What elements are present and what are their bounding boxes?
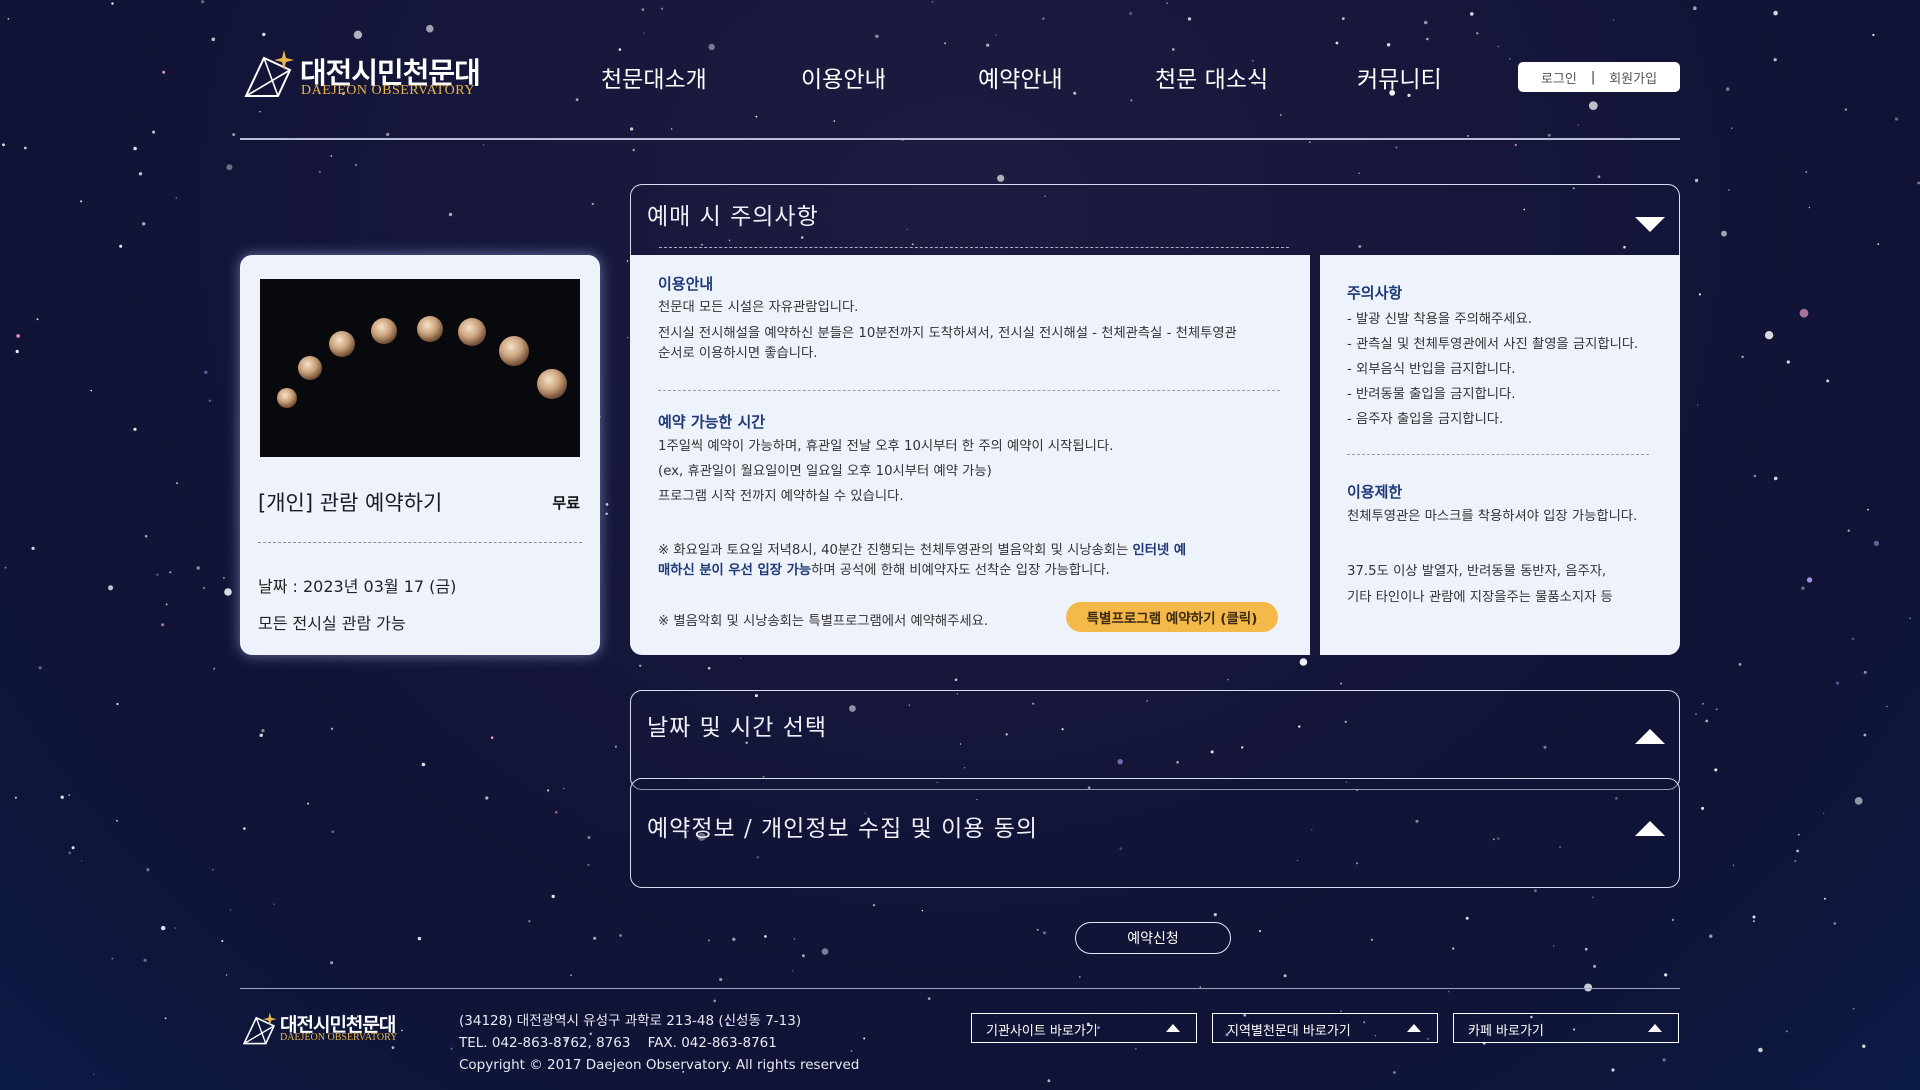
time-line: 1주일씩 예약이 가능하며, 휴관일 전날 오후 10시부터 한 주의 예약이 … xyxy=(658,439,1114,454)
datetime-accordion: 날짜 및 시간 선택 xyxy=(630,690,1680,790)
limit-line: 천체투영관은 마스크를 착용하셔야 입장 가능합니다. xyxy=(1347,509,1638,524)
usage-divider xyxy=(658,390,1280,391)
notice-accordion-title[interactable]: 예매 시 주의사항 xyxy=(647,197,819,231)
nav-item-reservation[interactable]: 예약안내 xyxy=(978,60,1063,94)
logo-star-icon xyxy=(244,50,294,97)
org-sites-select[interactable]: 기관사이트 바로가기 xyxy=(971,1013,1197,1043)
nav-item-about[interactable]: 천문대소개 xyxy=(601,60,707,94)
footer-logo[interactable]: 대전시민천문대 DAEJEON OBSERVATORY xyxy=(240,1010,410,1056)
music-notice-line1: ※ 화요일과 토요일 저녁8시, 40분간 진행되는 천체투영관의 별음악회 및… xyxy=(658,541,1186,561)
limit-line: 기타 타인이나 관람에 지장을주는 물품소지자 등 xyxy=(1347,590,1613,605)
nav-item-news[interactable]: 천문 대소식 xyxy=(1155,60,1268,94)
chevron-up-icon[interactable] xyxy=(1635,729,1665,744)
limit-heading: 이용제한 xyxy=(1347,483,1403,501)
time-heading: 예약 가능한 시간 xyxy=(658,413,766,431)
login-link[interactable]: 로그인 xyxy=(1541,68,1577,87)
time-line: 프로그램 시작 전까지 예약하실 수 있습니다. xyxy=(658,489,904,504)
caution-line: - 외부음식 반입을 금지합니다. xyxy=(1347,362,1516,377)
special-program-note: ※ 별음악회 및 시낭송회는 특별프로그램에서 예약해주세요. xyxy=(658,614,989,629)
program-note: 모든 전시실 관람 가능 xyxy=(258,614,406,633)
limit-line: 37.5도 이상 발열자, 반려동물 동반자, 음주자, xyxy=(1347,564,1607,579)
program-price: 무료 xyxy=(552,494,580,512)
moon-phases-image xyxy=(260,279,580,457)
caution-line: - 음주자 출입을 금지합니다. xyxy=(1347,412,1504,427)
regional-observatory-select[interactable]: 지역별천문대 바로가기 xyxy=(1212,1013,1438,1043)
auth-separator: | xyxy=(1590,69,1596,85)
usage-heading: 이용안내 xyxy=(658,275,714,293)
chevron-down-icon[interactable] xyxy=(1635,217,1665,232)
card-divider xyxy=(258,542,582,543)
auth-box: 로그인 | 회원가입 xyxy=(1518,62,1680,92)
usage-line: 순서로 이용하시면 좋습니다. xyxy=(658,346,818,361)
nav-item-community[interactable]: 커뮤니티 xyxy=(1357,60,1442,94)
notice-title-divider xyxy=(659,247,1289,248)
music-notice-text: ※ 화요일과 토요일 저녁8시, 40분간 진행되는 천체투영관의 별음악회 및… xyxy=(658,543,1133,558)
usage-line: 전시실 전시해설을 예약하신 분들은 10분전까지 도착하셔서, 전시실 전시해… xyxy=(658,326,1237,341)
consent-accordion: 예약정보 / 개인정보 수집 및 이용 동의 xyxy=(630,778,1680,888)
usage-line: 천문대 모든 시설은 자유관람입니다. xyxy=(658,300,859,315)
cafe-select-label: 카페 바로가기 xyxy=(1468,1024,1544,1039)
program-title: [개인] 관람 예약하기 xyxy=(258,491,443,515)
music-notice-highlight: 매하신 분이 우선 입장 가능 xyxy=(658,563,812,578)
consent-accordion-title[interactable]: 예약정보 / 개인정보 수집 및 이용 동의 xyxy=(647,809,1038,843)
site-logo[interactable]: 대전시민천문대 DAEJEON OBSERVATORY xyxy=(240,50,485,102)
chevron-up-icon xyxy=(1407,1024,1421,1032)
caution-line: - 반려동물 출입을 금지합니다. xyxy=(1347,387,1516,402)
footer-logo-subtitle: DAEJEON OBSERVATORY xyxy=(280,1032,398,1043)
regional-observatory-select-label: 지역별천문대 바로가기 xyxy=(1227,1024,1351,1039)
footer-copyright: Copyright © 2017 Daejeon Observatory. Al… xyxy=(459,1057,860,1073)
footer-info: (34128) 대전광역시 유성구 과학로 213-48 (신성동 7-13) … xyxy=(459,1010,859,1076)
signup-link[interactable]: 회원가입 xyxy=(1609,68,1657,87)
time-line: (ex, 휴관일이 월요일이면 일요일 오후 10시부터 예약 가능) xyxy=(658,464,992,479)
caution-line: - 관측실 및 천체투영관에서 사진 촬영을 금지합니다. xyxy=(1347,337,1639,352)
panel-divider xyxy=(1310,255,1320,655)
submit-reservation-button[interactable]: 예약신청 xyxy=(1075,922,1231,954)
special-program-button[interactable]: 특별프로그램 예약하기 (클릭) xyxy=(1066,602,1278,632)
datetime-accordion-title[interactable]: 날짜 및 시간 선택 xyxy=(647,708,827,742)
caution-heading: 주의사항 xyxy=(1347,284,1403,302)
chevron-up-icon xyxy=(1166,1024,1180,1032)
footer-logo-star-icon xyxy=(242,1012,277,1045)
footer-address: (34128) 대전광역시 유성구 과학로 213-48 (신성동 7-13) xyxy=(459,1013,802,1029)
logo-subtitle: DAEJEON OBSERVATORY xyxy=(301,83,475,98)
caution-divider xyxy=(1347,454,1649,455)
chevron-up-icon[interactable] xyxy=(1635,821,1665,836)
org-sites-select-label: 기관사이트 바로가기 xyxy=(986,1024,1098,1039)
program-date: 날짜 : 2023년 03월 17 (금) xyxy=(258,577,457,596)
cafe-select[interactable]: 카페 바로가기 xyxy=(1453,1013,1679,1043)
notice-side-panel: 주의사항 - 발광 신발 착용을 주의해주세요. - 관측실 및 천체투영관에서… xyxy=(1320,255,1680,655)
header-divider xyxy=(240,138,1680,140)
footer-divider xyxy=(240,988,1680,989)
music-notice-text: 하며 공석에 한해 비예약자도 선착순 입장 가능합니다. xyxy=(811,563,1110,578)
music-notice-line2: 매하신 분이 우선 입장 가능하며 공석에 한해 비예약자도 선착순 입장 가능… xyxy=(658,561,1110,581)
program-card: [개인] 관람 예약하기 무료 날짜 : 2023년 03월 17 (금) 모든… xyxy=(240,255,600,655)
music-notice-highlight: 인터넷 예 xyxy=(1132,543,1187,558)
nav-item-usage[interactable]: 이용안내 xyxy=(801,60,886,94)
caution-line: - 발광 신발 착용을 주의해주세요. xyxy=(1347,312,1532,327)
chevron-up-icon xyxy=(1648,1024,1662,1032)
footer-contact: TEL. 042-863-8762, 8763 FAX. 042-863-876… xyxy=(459,1035,777,1051)
main-nav: 천문대소개 이용안내 예약안내 천문 대소식 커뮤니티 xyxy=(560,60,1460,93)
notice-main-panel: 이용안내 천문대 모든 시설은 자유관람입니다. 전시실 전시해설을 예약하신 … xyxy=(630,255,1310,655)
